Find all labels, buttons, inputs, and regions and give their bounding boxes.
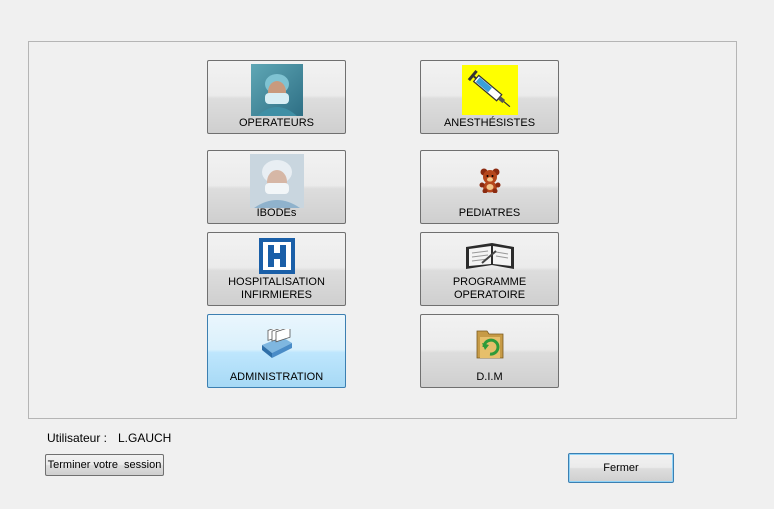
- tile-label: IBODEs: [256, 207, 297, 219]
- operateurs-button[interactable]: OPERATEURS: [207, 60, 346, 134]
- user-caption: Utilisateur :: [47, 431, 108, 445]
- syringe-icon: [461, 65, 518, 115]
- anesthesistes-button[interactable]: ANESTHÉSISTES: [420, 60, 559, 134]
- administration-button[interactable]: ADMINISTRATION: [207, 314, 346, 388]
- programme-operatoire-button[interactable]: PROGRAMME OPERATOIRE: [420, 232, 559, 306]
- surgeon-icon: [250, 64, 303, 116]
- tile-label: ANESTHÉSISTES: [443, 117, 536, 129]
- tile-label: OPERATEURS: [239, 117, 314, 129]
- card-file-icon: [261, 329, 292, 358]
- hospital-h-icon: [258, 238, 295, 274]
- user-name: L.GAUCH: [118, 431, 172, 445]
- tile-label: HOSPITALISATION INFIRMIERES: [228, 276, 325, 301]
- folder-refresh-icon: [476, 330, 503, 359]
- agenda-icon: [465, 243, 514, 269]
- nurse-icon: [249, 154, 304, 208]
- close-button[interactable]: Fermer: [568, 453, 674, 483]
- tile-label: ADMINISTRATION: [229, 371, 324, 383]
- teddy-bear-icon: [479, 168, 500, 193]
- pediatres-button[interactable]: PEDIATRES: [420, 150, 559, 224]
- tile-label: D.I.M: [476, 371, 503, 383]
- dim-button[interactable]: D.I.M: [420, 314, 559, 388]
- ibodes-button[interactable]: IBODEs: [207, 150, 346, 224]
- end-session-button[interactable]: Terminer votre session: [45, 454, 164, 476]
- hospitalisation-infirmieres-button[interactable]: HOSPITALISATION INFIRMIERES: [207, 232, 346, 306]
- modules-panel: [28, 41, 737, 419]
- tile-label: PROGRAMME OPERATOIRE: [452, 276, 527, 301]
- tile-label: PEDIATRES: [458, 207, 521, 219]
